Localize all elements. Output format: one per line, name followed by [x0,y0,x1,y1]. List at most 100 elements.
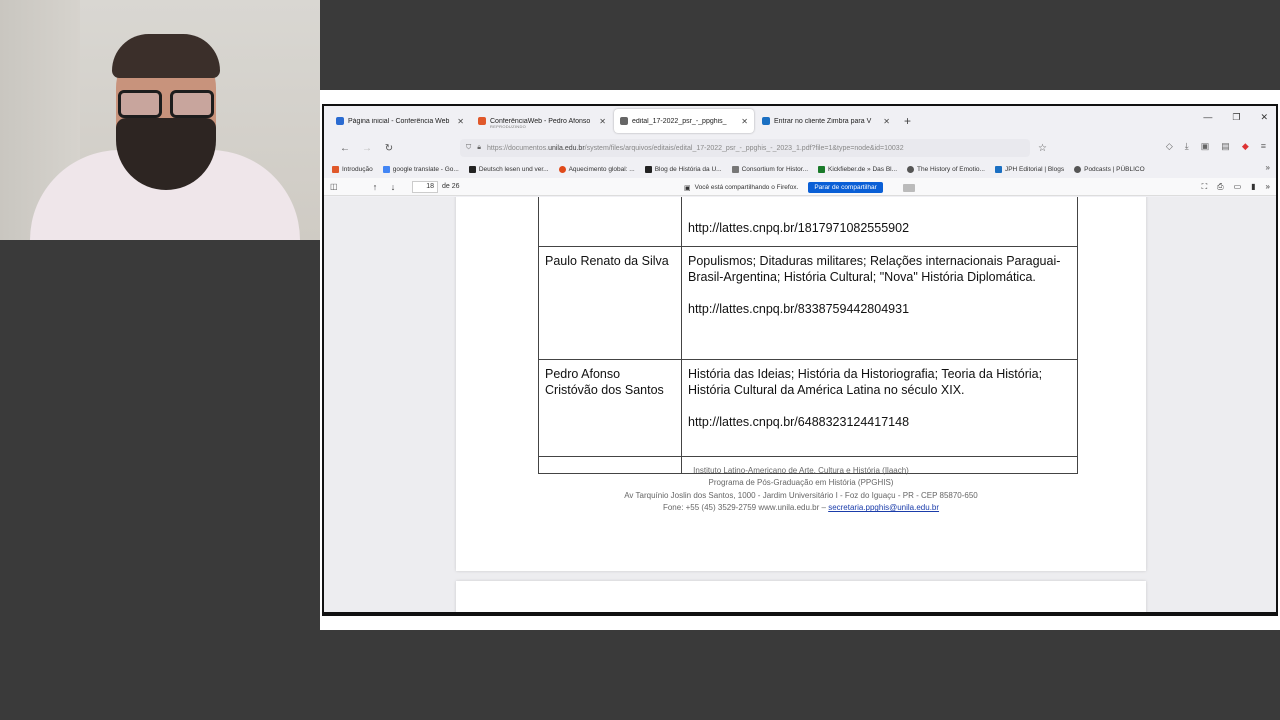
tab-favicon-icon [762,117,770,125]
url-prefix: https://documentos. [486,144,549,152]
bookmark-favicon-icon [1074,165,1082,173]
bookmark-item[interactable]: The History of Emotio... [907,165,985,173]
tab-conferencia-home[interactable]: Página inicial - Conferência Web ✕ [330,109,470,133]
bookmark-favicon-icon [468,165,476,173]
download-icon[interactable]: ⤓ [1185,141,1189,152]
tab-favicon-icon [336,117,344,125]
pdf-page-next [456,581,1146,612]
sync-icon[interactable]: ▤ [1221,141,1230,152]
page-total: de 26 [442,183,460,190]
nav-bar: ← → ↻ ⛉ 🔒︎ https://documentos. unila.edu.… [324,136,1276,160]
stop-sharing-button[interactable]: Parar de compartilhar [808,182,883,193]
bookmark-label: Aquecimento global: ... [568,165,635,173]
print-icon[interactable]: ⎙ [1217,182,1223,192]
professor-name [538,197,682,247]
menu-icon[interactable]: ≡ [1261,141,1266,152]
shield-icon[interactable]: ⛉ [466,144,471,152]
chevron-right-icon[interactable]: » [1266,182,1270,192]
bookmark-favicon-icon [818,165,826,173]
sharing-indicator: ▣ Você está compartilhando o Firefox. Pa… [684,182,915,193]
close-icon[interactable]: ✕ [883,117,890,126]
pocket-icon[interactable]: ◇ [1166,141,1173,152]
forward-arrow-icon[interactable]: → [356,143,378,154]
webcam-video [0,0,320,240]
addon-icon[interactable]: ◆ [1242,141,1249,152]
sharing-text: Você está compartilhando o Firefox. [694,184,799,191]
restore-icon[interactable]: ❐ [1232,112,1240,123]
bookmark-item[interactable]: Blog de História da U... [644,165,722,173]
close-icon[interactable]: ✕ [457,117,464,126]
arrow-up-icon[interactable]: ↑ [368,182,382,192]
pdf-page: http://lattes.cnpq.br/1817971082555902 P… [456,197,1146,571]
footer-phone: Fone: +55 (45) 3529-2759 www.unila.edu.b… [662,503,826,513]
table-row: Paulo Renato da Silva Populismos; Ditadu… [538,246,1078,360]
tab-favicon-icon [620,117,628,125]
professor-name: Pedro Afonso Cristóvão dos Santos [538,359,682,457]
lock-icon[interactable]: 🔒︎ [477,144,481,152]
footer-line: Av Tarquínio Joslin dos Santos, 1000 - J… [624,490,978,500]
extension-icon[interactable]: ▣ [1201,141,1210,152]
page-footer: Instituto Latino-Americano de Arte, Cult… [456,465,1146,515]
lattes-link[interactable]: http://lattes.cnpq.br/1817971082555902 [688,220,1071,236]
lattes-link[interactable]: http://lattes.cnpq.br/6488323124417148 [688,414,1071,430]
screen-share-icon: ▣ [684,184,691,192]
bookmark-item[interactable]: Introdução [332,165,373,173]
bookmark-label: JPH Editorial | Blogs [1004,165,1065,173]
bookmark-label: Kickfieber.de » Das Bl... [828,165,898,173]
footer-contact: Fone: +55 (45) 3529-2759 www.unila.edu.b… [456,502,1146,514]
url-bar[interactable]: ⛉ 🔒︎ https://documentos. unila.edu.br/sys… [460,139,1030,157]
close-window-icon[interactable]: ✕ [1260,112,1268,123]
save-icon[interactable]: ▭ [1234,182,1242,192]
tab-zimbra[interactable]: Entrar no cliente Zimbra para V ✕ [756,109,896,133]
firefox-window: Página inicial - Conferência Web ✕ Confe… [322,104,1278,616]
tab-conferencia-pedro[interactable]: ConferênciaWeb - Pedro Afonso REPRODUZIN… [472,109,612,133]
bookmark-item[interactable]: JPH Editorial | Blogs [994,165,1065,173]
pdf-toolbar-right: ⛶ ⎙ ▭ ▮ » [1202,182,1270,192]
bookmark-favicon-icon [558,165,566,173]
research-lines: Populismos; Ditaduras militares; Relaçõe… [688,254,1061,284]
bookmark-item[interactable]: Deutsch lesen und ver... [468,165,549,173]
bookmark-star-icon[interactable]: ☆ [1038,143,1047,154]
reload-icon[interactable]: ↻ [378,143,400,154]
bookmark-favicon-icon [332,165,339,173]
tab-label: Página inicial - Conferência Web [348,117,450,125]
bookmark-favicon-icon [382,165,390,173]
tab-label: Entrar no cliente Zimbra para V [774,117,872,125]
minimize-icon[interactable]: — [1203,112,1212,123]
bookmark-item[interactable]: google translate - Go... [382,165,459,173]
lattes-link[interactable]: http://lattes.cnpq.br/8338759442804931 [688,301,1071,317]
tab-playing-label: REPRODUZINDO [490,124,527,129]
toolbar-icons: ◇ ⤓ ▣ ▤ ◆ ≡ [1166,141,1266,152]
sidebar-toggle-icon[interactable]: ◫ [330,182,344,191]
page-number-input[interactable]: 18 [412,180,438,193]
pdf-viewport[interactable]: http://lattes.cnpq.br/1817971082555902 P… [324,197,1276,612]
bookmark-item[interactable]: Podcasts | PÚBLICO [1074,165,1145,173]
tab-edital-pdf[interactable]: edital_17-2022_psr_-_ppghis_ ✕ [614,109,754,133]
presentation-icon[interactable]: ⛶ [1202,182,1208,192]
new-tab-button[interactable]: + [904,114,911,128]
professors-table: http://lattes.cnpq.br/1817971082555902 P… [538,197,1078,474]
bookmark-item[interactable]: Aquecimento global: ... [558,165,635,173]
hide-sharing-button[interactable] [902,183,915,192]
footer-email-link[interactable]: secretaria.ppghis@unila.edu.br [828,503,939,512]
research-cell: Populismos; Ditaduras militares; Relaçõe… [681,246,1078,360]
chevron-right-icon[interactable]: » [1266,163,1270,172]
back-arrow-icon[interactable]: ← [334,143,356,154]
close-icon[interactable]: ✕ [599,117,606,126]
bookmark-label: Consortium for Histor... [741,165,809,173]
bookmark-label: Introdução [342,165,373,173]
url-rest: /system/files/arquivos/editais/edital_17… [584,144,904,152]
footer-line: Programa de Pós-Graduação em História (P… [708,478,894,488]
bookmark-icon[interactable]: ▮ [1251,182,1255,192]
bookmark-label: google translate - Go... [392,165,459,173]
bookmark-favicon-icon [644,165,652,173]
arrow-down-icon[interactable]: ↓ [386,182,400,192]
bookmark-item[interactable]: Consortium for Histor... [731,165,809,173]
bookmark-label: The History of Emotio... [917,165,985,173]
bookmark-item[interactable]: Kickfieber.de » Das Bl... [818,165,898,173]
tab-label: edital_17-2022_psr_-_ppghis_ [632,117,727,125]
bookmarks-bar: Introdução google translate - Go... Deut… [324,160,1276,178]
close-icon[interactable]: ✕ [741,117,748,126]
bookmark-label: Podcasts | PÚBLICO [1084,165,1145,173]
table-row: http://lattes.cnpq.br/1817971082555902 [538,197,1078,247]
